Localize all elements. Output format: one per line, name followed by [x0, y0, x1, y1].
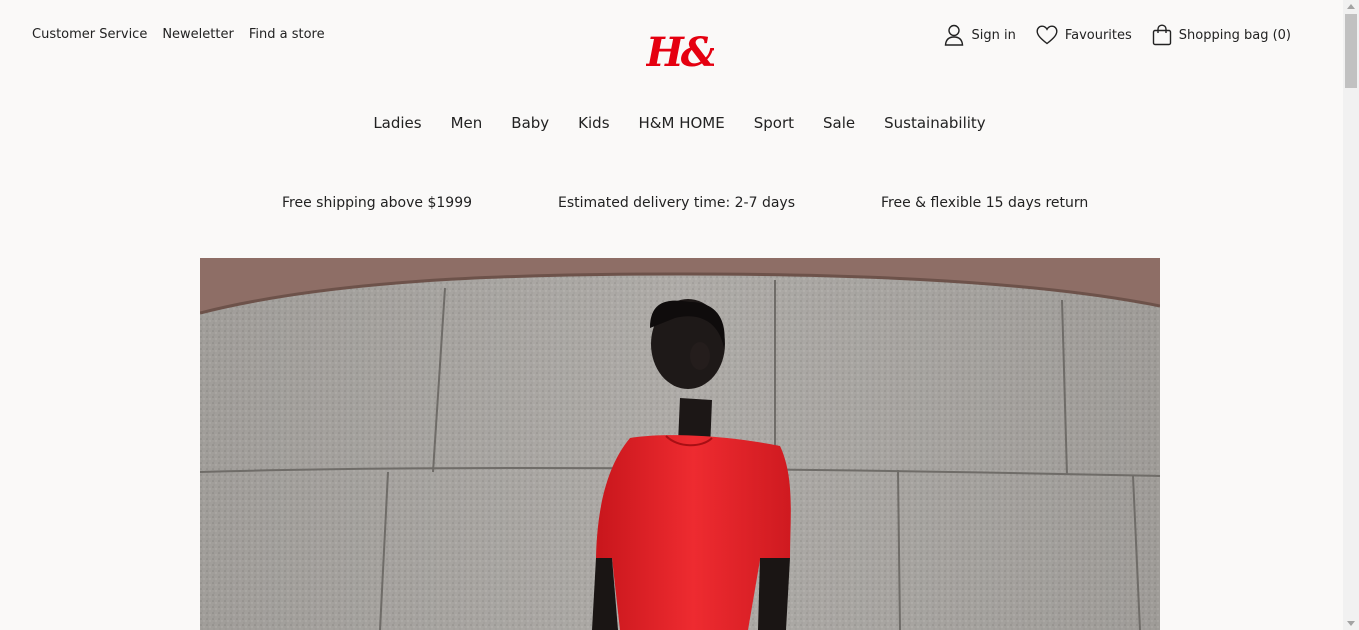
user-icon — [944, 24, 964, 46]
scroll-up-arrow-icon[interactable] — [1347, 4, 1355, 9]
bag-icon — [1152, 24, 1172, 46]
newsletter-link[interactable]: Neweletter — [162, 27, 234, 42]
top-header: Customer Service Neweletter Find a store… — [0, 0, 1343, 80]
scroll-down-arrow-icon[interactable] — [1347, 621, 1355, 626]
sign-in-button[interactable]: Sign in — [944, 24, 1016, 46]
nav-item-sport[interactable]: Sport — [754, 114, 794, 132]
nav-item-ladies[interactable]: Ladies — [373, 114, 421, 132]
favourites-label: Favourites — [1064, 27, 1132, 43]
nav-item-baby[interactable]: Baby — [511, 114, 549, 132]
hero-image[interactable] — [200, 258, 1160, 630]
find-store-link[interactable]: Find a store — [249, 27, 325, 42]
svg-text:H&M: H&M — [646, 29, 714, 76]
utility-links: Customer Service Neweletter Find a store — [32, 27, 325, 42]
page-scrollbar[interactable] — [1343, 0, 1359, 630]
account-area: Sign in Favourites Shopping bag (0) — [944, 24, 1291, 46]
favourites-button[interactable]: Favourites — [1036, 25, 1132, 45]
sign-in-label: Sign in — [971, 27, 1016, 43]
free-shipping-text: Free shipping above $1999 — [282, 195, 473, 211]
shopping-bag-label: Shopping bag (0) — [1178, 27, 1291, 43]
returns-text: Free & flexible 15 days return — [881, 195, 1089, 211]
scroll-thumb[interactable] — [1345, 14, 1357, 88]
nav-item-hm-home[interactable]: H&M HOME — [639, 114, 725, 132]
shopping-bag-button[interactable]: Shopping bag (0) — [1152, 24, 1291, 46]
nav-item-kids[interactable]: Kids — [578, 114, 609, 132]
hm-logo[interactable]: H&M — [645, 26, 763, 76]
heart-icon — [1036, 25, 1058, 45]
customer-service-link[interactable]: Customer Service — [32, 27, 147, 42]
main-navigation: Ladies Men Baby Kids H&M HOME Sport Sale… — [0, 114, 1359, 132]
nav-item-men[interactable]: Men — [451, 114, 483, 132]
nav-item-sustainability[interactable]: Sustainability — [884, 114, 986, 132]
delivery-time-text: Estimated delivery time: 2-7 days — [558, 195, 796, 211]
nav-item-sale[interactable]: Sale — [823, 114, 855, 132]
